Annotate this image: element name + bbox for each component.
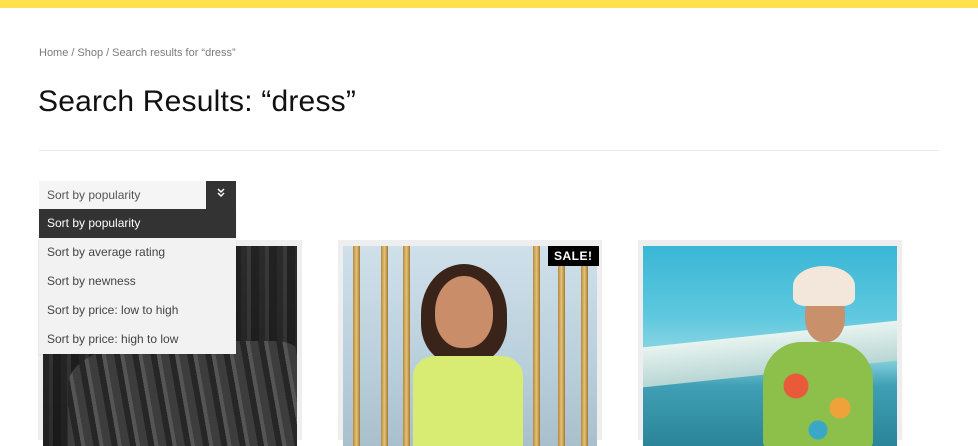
product-image-bamboo: [581, 246, 588, 446]
sort-select[interactable]: Sort by popularity: [39, 181, 236, 209]
double-chevron-down-icon[interactable]: [206, 181, 236, 209]
sort-option-price-low-high[interactable]: Sort by price: low to high: [39, 296, 236, 325]
breadcrumb-current: Search results for “dress”: [112, 47, 236, 59]
product-image-bamboo: [558, 246, 565, 446]
divider: [39, 150, 939, 151]
breadcrumb: Home / Shop / Search results for “dress”: [39, 47, 236, 59]
sort-option-price-high-low[interactable]: Sort by price: high to low: [39, 325, 236, 354]
product-image-top: [413, 356, 523, 446]
breadcrumb-shop-link[interactable]: Shop: [77, 47, 103, 59]
sort-option-newness[interactable]: Sort by newness: [39, 267, 236, 296]
product-image-bamboo: [533, 246, 540, 446]
sort-select-value: Sort by popularity: [47, 188, 141, 202]
product-image-hat: [793, 266, 855, 306]
sort-option-average-rating[interactable]: Sort by average rating: [39, 238, 236, 267]
breadcrumb-home-link[interactable]: Home: [39, 47, 68, 59]
product-image-bamboo: [353, 246, 360, 446]
top-accent-bar: [0, 0, 978, 8]
product-image-dress-shape: [68, 341, 297, 446]
product-image-bamboo: [381, 246, 388, 446]
product-image-dress: [763, 342, 873, 446]
page-title: Search Results: “dress”: [38, 85, 357, 118]
breadcrumb-separator: /: [106, 47, 110, 59]
product-card[interactable]: [338, 240, 602, 446]
product-image-face: [435, 276, 493, 348]
product-image-bamboo: [403, 246, 410, 446]
product-image[interactable]: [643, 246, 897, 446]
product-card[interactable]: [638, 240, 902, 446]
sale-badge: SALE!: [548, 246, 599, 266]
product-image[interactable]: [343, 246, 597, 446]
sort-option-popularity[interactable]: Sort by popularity: [39, 209, 236, 238]
sort-options-list: Sort by popularity Sort by average ratin…: [39, 209, 236, 354]
